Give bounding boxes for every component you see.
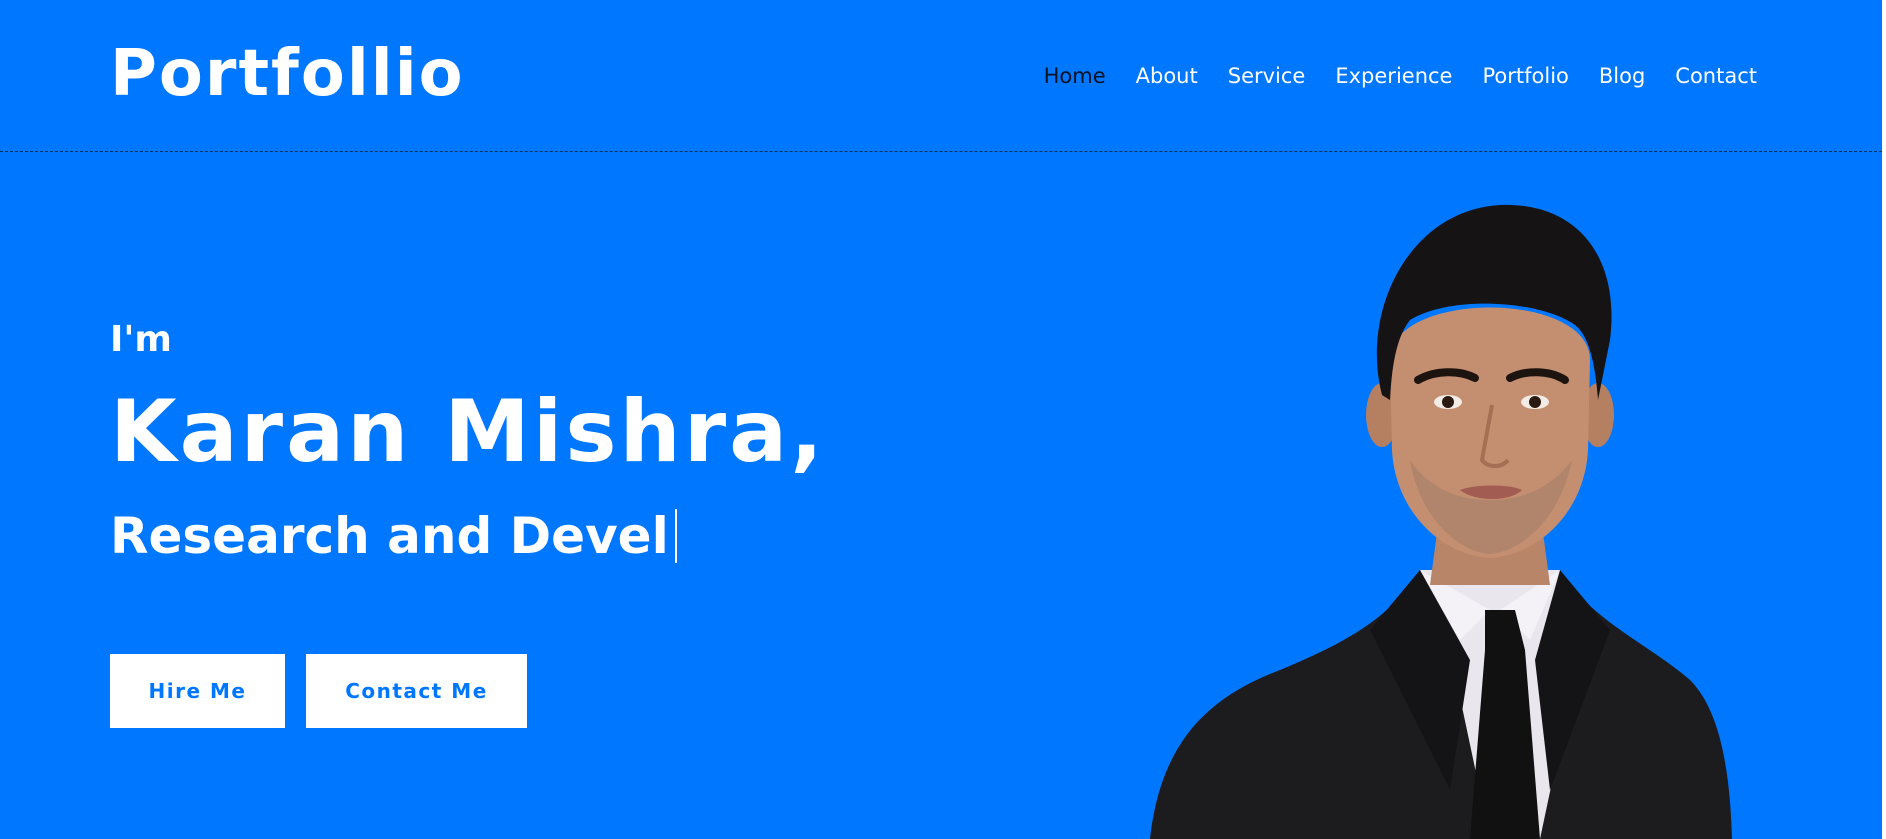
nav-contact[interactable]: Contact [1675,60,1757,92]
hero-intro: I'm [110,319,172,360]
typing-cursor [674,509,677,563]
nav-experience[interactable]: Experience [1335,60,1452,92]
nav-home[interactable]: Home [1044,60,1106,92]
navbar: Portfollio Home About Service Experience… [0,0,1882,152]
page: Portfollio Home About Service Experience… [0,0,1882,839]
hero-name: Karan Mishra, [110,382,826,482]
contact-me-button[interactable]: Contact Me [306,654,527,728]
hire-me-button[interactable]: Hire Me [110,654,285,728]
hero-section: I'm Karan Mishra, Research and Devel [110,318,826,568]
nav-menu: Home About Service Experience Portfolio … [1044,60,1757,92]
site-logo[interactable]: Portfollio [110,34,465,114]
hero-role-text: Research and Devel [110,507,669,565]
nav-service[interactable]: Service [1228,60,1306,92]
profile-photo [1150,204,1732,839]
hero-role: Research and Devel [110,504,826,568]
nav-about[interactable]: About [1136,60,1198,92]
nav-portfolio[interactable]: Portfolio [1482,60,1568,92]
hero-buttons: Hire Me Contact Me [110,654,527,728]
nav-blog[interactable]: Blog [1599,60,1645,92]
